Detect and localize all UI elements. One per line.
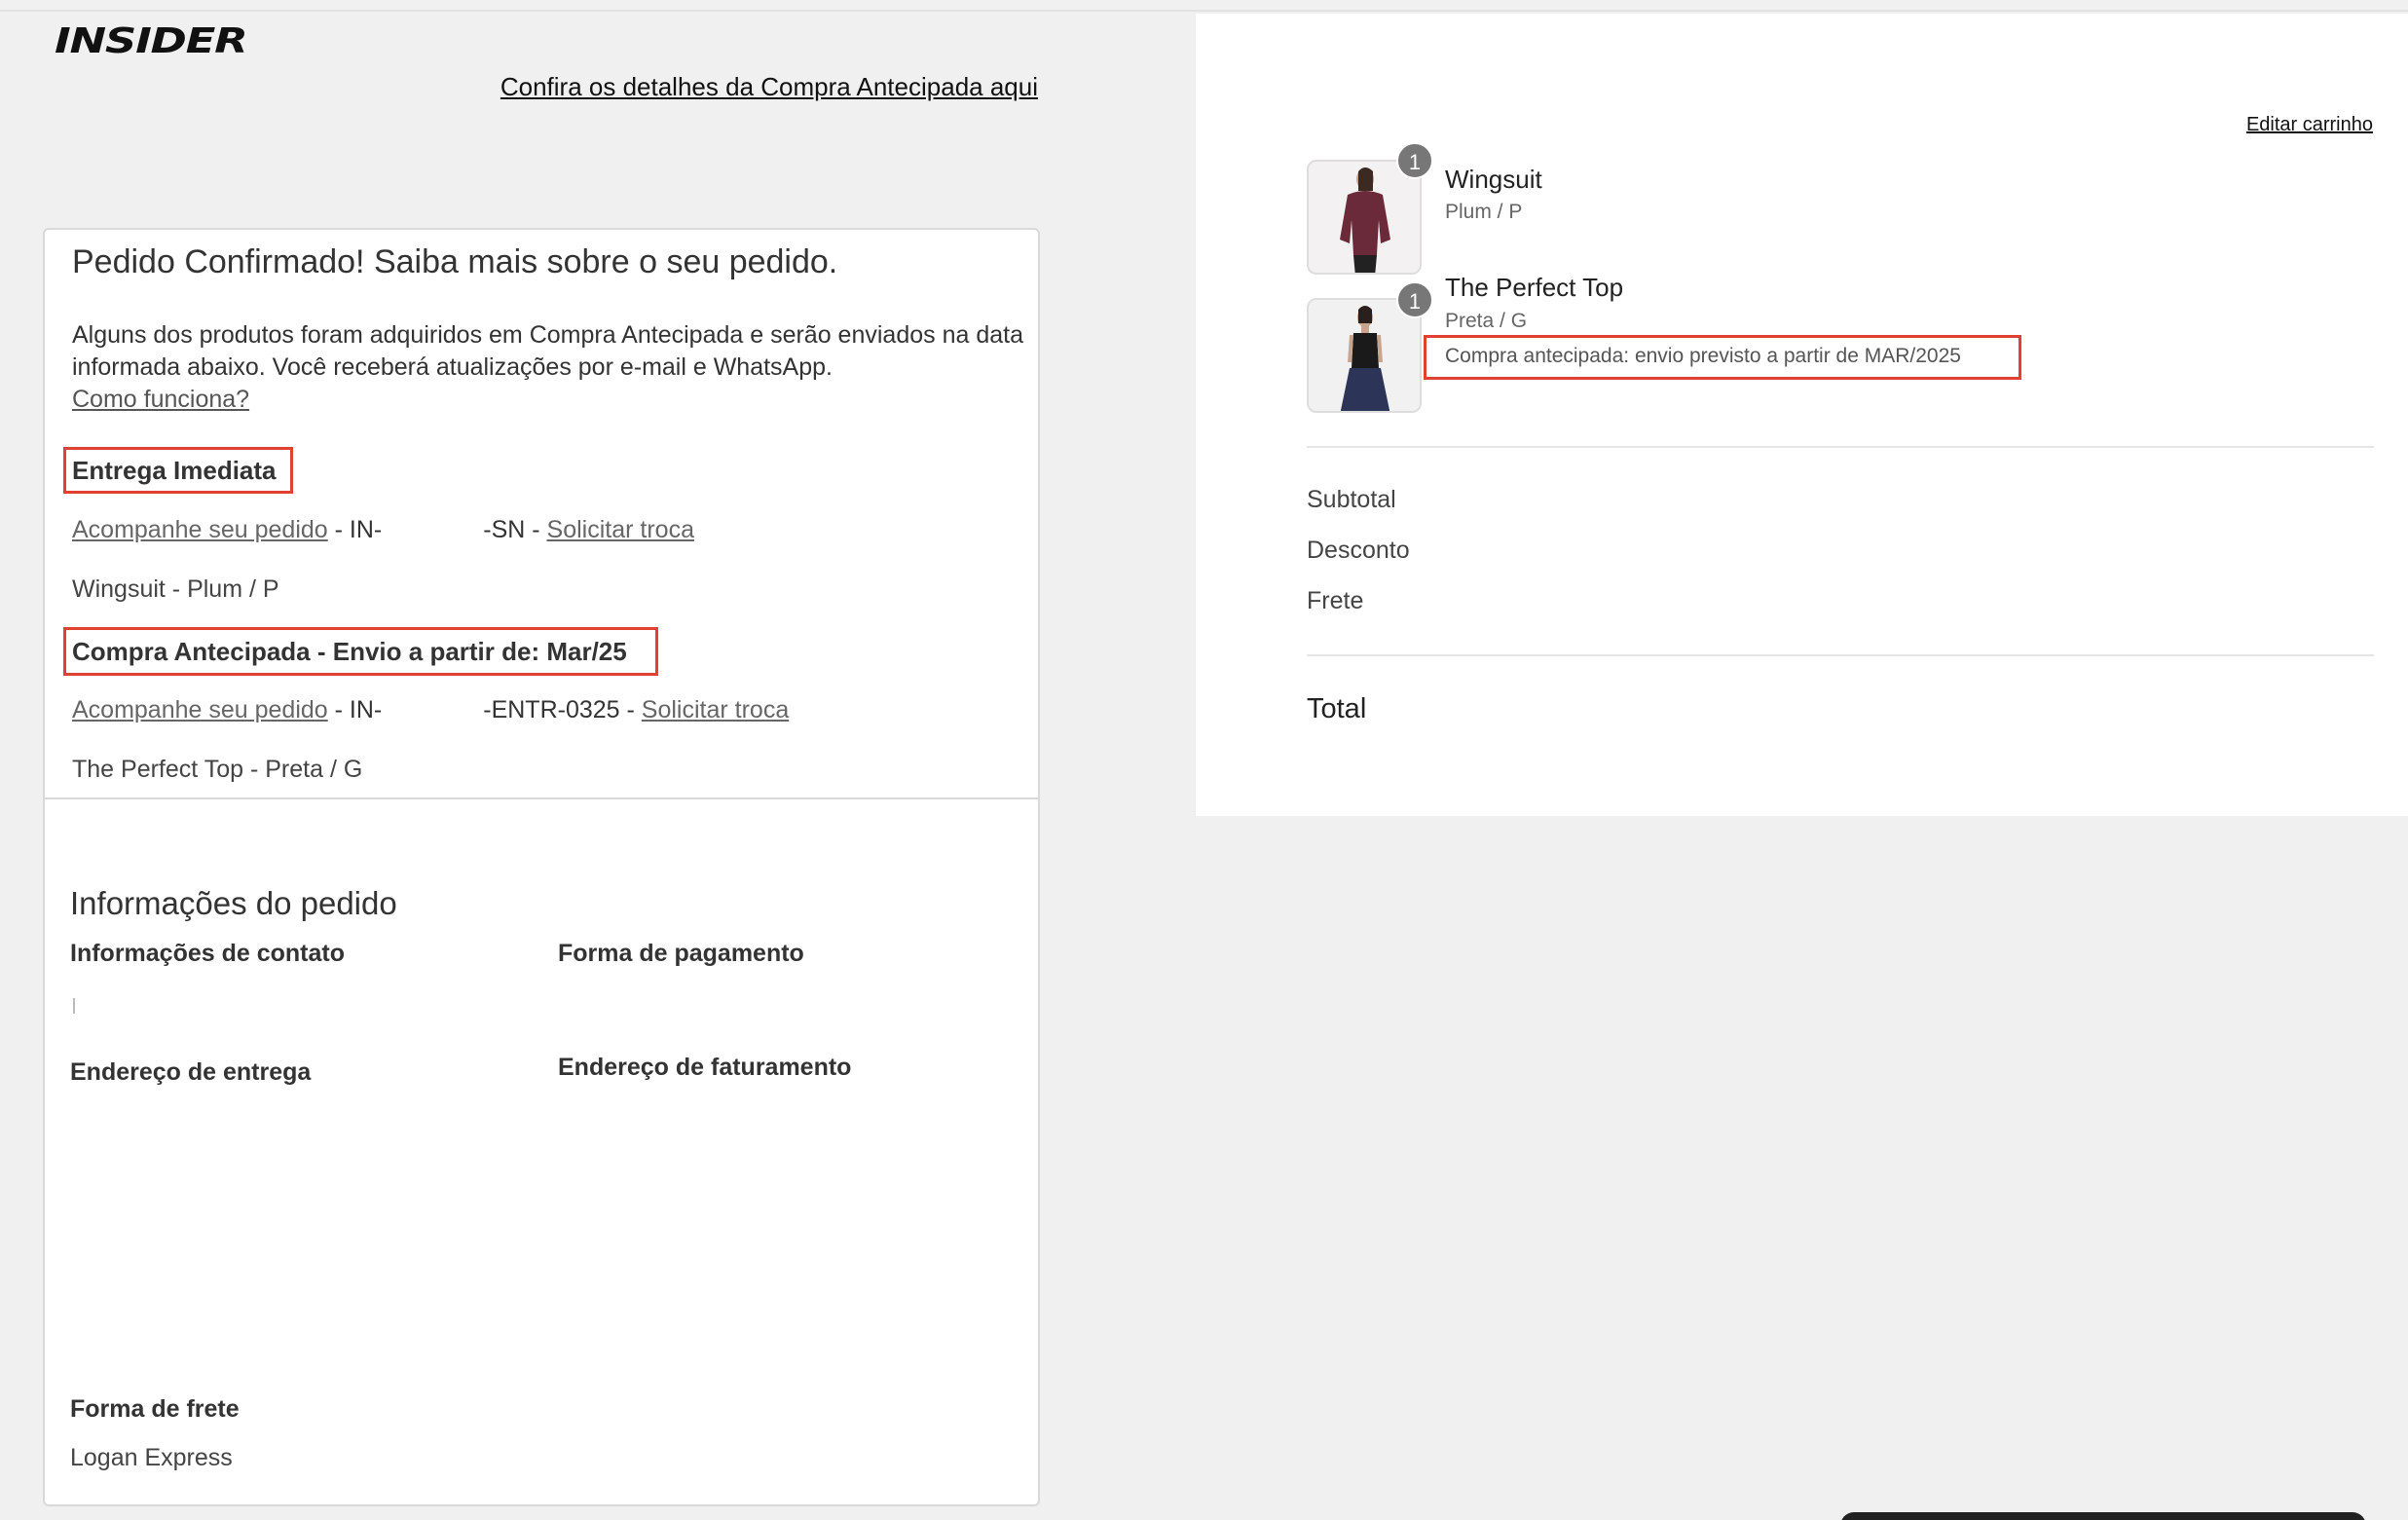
preorder-note: Compra antecipada: envio previsto a part…	[1445, 345, 1961, 367]
preorder-heading: Compra Antecipada - Envio a partir de: M…	[72, 637, 627, 666]
order-confirmation-section: Pedido Confirmado! Saiba mais sobre o se…	[45, 230, 1038, 799]
bottom-overlay-bar	[1840, 1512, 2366, 1520]
order-number-suffix: -SN -	[483, 516, 547, 543]
how-it-works-link[interactable]: Como funciona?	[72, 386, 249, 413]
subtotal-label: Subtotal	[1307, 486, 1396, 513]
track-order-link[interactable]: Acompanhe seu pedido	[72, 516, 328, 543]
request-exchange-link[interactable]: Solicitar troca	[642, 696, 789, 723]
immediate-item: Wingsuit - Plum / P	[72, 575, 279, 603]
billing-address-label: Endereço de faturamento	[558, 1054, 852, 1081]
immediate-order-row: Acompanhe seu pedido - IN- -SN - Solicita…	[72, 516, 694, 544]
order-info-section: Informações do pedido Informações de con…	[45, 799, 1038, 1504]
edit-cart-link[interactable]: Editar carrinho	[2246, 114, 2373, 136]
payment-method-label: Forma de pagamento	[558, 940, 804, 967]
brand-logo[interactable]: INSIDER	[55, 21, 248, 61]
preorder-intro: Alguns dos produtos foram adquiridos em …	[72, 319, 1026, 416]
cart-summary: Editar carrinho 1 Wingsuit Plum / P 1 Th…	[1196, 14, 2408, 816]
order-confirmed-title: Pedido Confirmado! Saiba mais sobre o se…	[72, 243, 838, 280]
preorder-item: The Perfect Top - Preta / G	[72, 756, 363, 783]
shipping-address-label: Endereço de entrega	[70, 1058, 312, 1086]
shipping-label: Frete	[1307, 587, 1364, 614]
divider	[1307, 654, 2374, 656]
product-variant: Plum / P	[1445, 201, 1523, 223]
quantity-badge: 1	[1396, 281, 1433, 318]
track-order-link[interactable]: Acompanhe seu pedido	[72, 696, 328, 723]
order-number-suffix: -ENTR-0325 -	[483, 696, 642, 723]
immediate-delivery-heading: Entrega Imediata	[72, 456, 277, 485]
total-label: Total	[1307, 693, 1367, 724]
request-exchange-link[interactable]: Solicitar troca	[547, 516, 694, 543]
wingsuit-image	[1309, 162, 1420, 273]
top-border	[0, 0, 2408, 12]
shipping-method-value: Logan Express	[70, 1444, 233, 1471]
shipping-method-label: Forma de frete	[70, 1395, 240, 1423]
divider	[1307, 446, 2374, 448]
quantity-badge: 1	[1396, 142, 1433, 179]
preorder-order-row: Acompanhe seu pedido - IN- -ENTR-0325 - S…	[72, 696, 789, 724]
product-variant: Preta / G	[1445, 310, 1528, 332]
order-number-prefix: - IN-	[327, 516, 383, 543]
order-number-prefix: - IN-	[327, 696, 383, 723]
discount-label: Desconto	[1307, 537, 1410, 564]
order-panel: Pedido Confirmado! Saiba mais sobre o se…	[43, 228, 1040, 1506]
product-name: The Perfect Top	[1445, 273, 1624, 302]
product-name: Wingsuit	[1445, 165, 1542, 194]
contact-info-label: Informações de contato	[70, 940, 345, 967]
preorder-details-link[interactable]: Confira os detalhes da Compra Antecipada…	[500, 72, 1038, 102]
intro-text: Alguns dos produtos foram adquiridos em …	[72, 321, 1023, 381]
redacted-contact-value	[73, 998, 75, 1014]
product-thumbnail-wingsuit[interactable]	[1307, 160, 1422, 275]
perfect-top-image	[1309, 300, 1420, 411]
order-info-title: Informações do pedido	[70, 885, 397, 921]
